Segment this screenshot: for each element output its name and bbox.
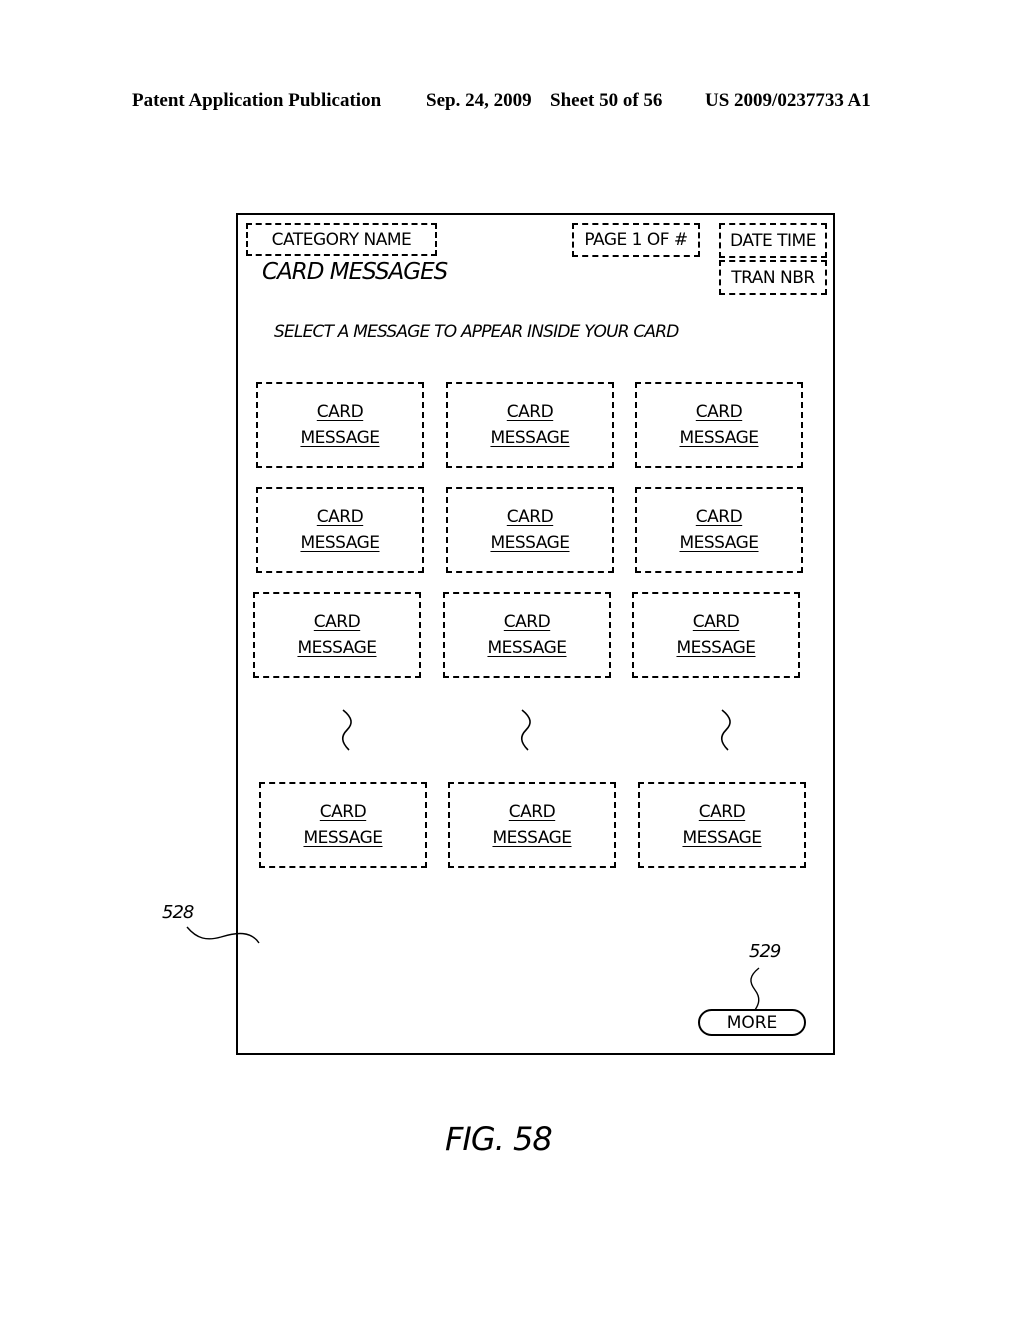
instruction-text: SELECT A MESSAGE TO APPEAR INSIDE YOUR C… xyxy=(274,322,679,342)
card-message-option[interactable]: CARD MESSAGE xyxy=(448,782,616,868)
card-label: CARD xyxy=(313,612,361,632)
leader-line-529 xyxy=(750,967,760,1011)
card-label: CARD xyxy=(316,402,364,422)
card-message-option[interactable]: CARD MESSAGE xyxy=(638,782,806,868)
card-message-option[interactable]: CARD MESSAGE xyxy=(446,382,614,468)
card-label: CARD xyxy=(506,402,554,422)
message-label: MESSAGE xyxy=(490,428,570,448)
card-label: CARD xyxy=(695,402,743,422)
message-label: MESSAGE xyxy=(303,828,383,848)
message-label: MESSAGE xyxy=(679,533,759,553)
message-label: MESSAGE xyxy=(679,428,759,448)
card-label: CARD xyxy=(692,612,740,632)
date-time-field: DATE TIME xyxy=(719,223,827,258)
publication-label: Patent Application Publication xyxy=(132,90,382,111)
message-label: MESSAGE xyxy=(487,638,567,658)
publication-date: Sep. 24, 2009 xyxy=(426,90,532,111)
continuation-squiggle-icon xyxy=(720,709,731,751)
continuation-squiggle-icon xyxy=(341,709,352,751)
card-label: CARD xyxy=(508,802,556,822)
figure-label: FIG. 58 xyxy=(445,1120,553,1158)
message-label: MESSAGE xyxy=(682,828,762,848)
category-name-field: CATEGORY NAME xyxy=(246,223,437,256)
leader-line-528 xyxy=(186,926,260,944)
card-label: CARD xyxy=(695,507,743,527)
reference-numeral-528: 528 xyxy=(162,902,194,923)
card-message-option[interactable]: CARD MESSAGE xyxy=(446,487,614,573)
card-message-option[interactable]: CARD MESSAGE xyxy=(635,487,803,573)
card-message-option[interactable]: CARD MESSAGE xyxy=(253,592,421,678)
message-label: MESSAGE xyxy=(490,533,570,553)
card-label: CARD xyxy=(319,802,367,822)
patent-number: US 2009/0237733 A1 xyxy=(705,90,871,111)
card-label: CARD xyxy=(506,507,554,527)
card-label: CARD xyxy=(503,612,551,632)
screen-title: CARD MESSAGES xyxy=(262,259,448,285)
page-indicator: PAGE 1 OF # xyxy=(572,223,700,257)
card-message-option[interactable]: CARD MESSAGE xyxy=(443,592,611,678)
message-label: MESSAGE xyxy=(297,638,377,658)
transaction-number-field: TRAN NBR xyxy=(719,260,827,295)
message-label: MESSAGE xyxy=(492,828,572,848)
card-message-option[interactable]: CARD MESSAGE xyxy=(256,487,424,573)
card-message-option[interactable]: CARD MESSAGE xyxy=(256,382,424,468)
card-label: CARD xyxy=(316,507,364,527)
sheet-number: Sheet 50 of 56 xyxy=(550,90,663,111)
continuation-squiggle-icon xyxy=(520,709,531,751)
more-button[interactable]: MORE xyxy=(698,1009,806,1036)
message-label: MESSAGE xyxy=(300,428,380,448)
reference-numeral-529: 529 xyxy=(749,941,781,962)
message-label: MESSAGE xyxy=(300,533,380,553)
card-message-option[interactable]: CARD MESSAGE xyxy=(635,382,803,468)
message-label: MESSAGE xyxy=(676,638,756,658)
card-message-option[interactable]: CARD MESSAGE xyxy=(632,592,800,678)
card-message-option[interactable]: CARD MESSAGE xyxy=(259,782,427,868)
card-label: CARD xyxy=(698,802,746,822)
